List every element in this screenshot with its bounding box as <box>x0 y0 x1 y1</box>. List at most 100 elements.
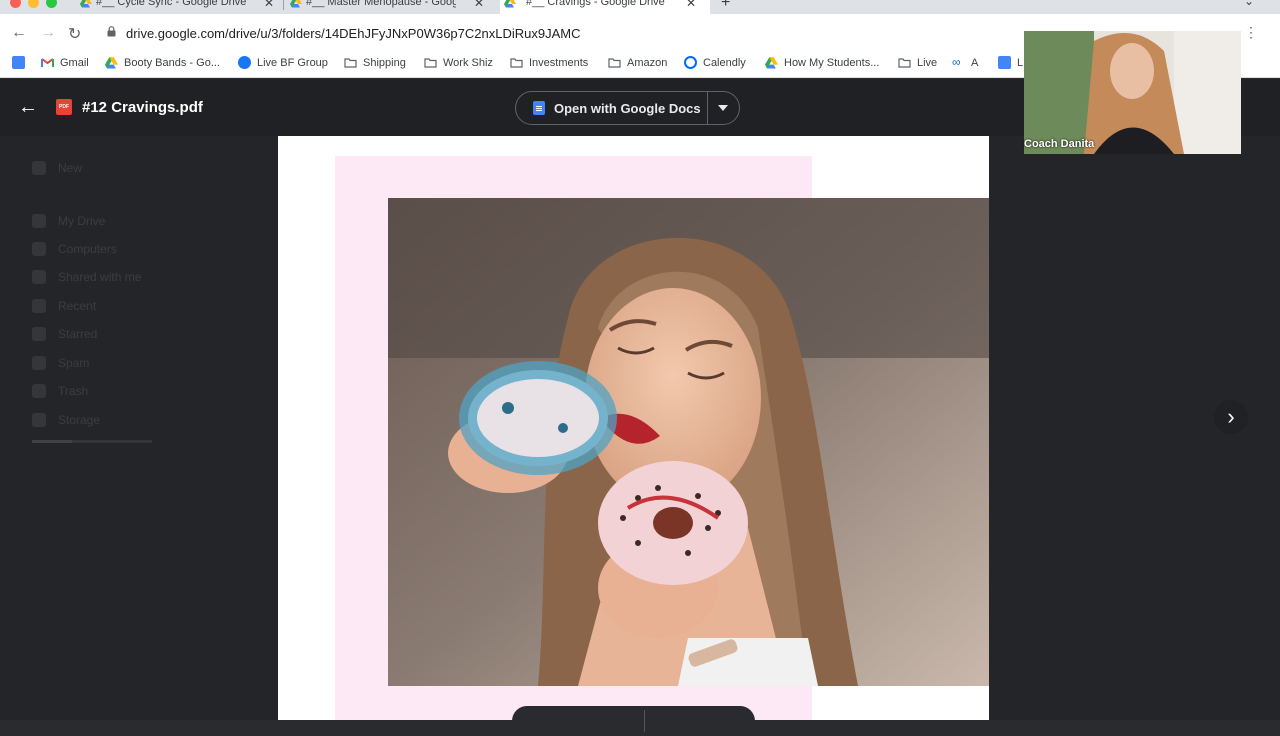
computer-icon <box>32 242 46 256</box>
folder-icon <box>424 58 437 68</box>
bookmark-item[interactable]: Live BF Group <box>238 56 328 69</box>
people-icon <box>32 270 46 284</box>
webcam-participant-name: Coach Danita <box>1024 138 1095 150</box>
bookmark-label: Live <box>917 56 938 69</box>
button-divider <box>707 92 708 124</box>
close-icon[interactable]: ✕ <box>686 0 696 10</box>
chevron-right-icon: › <box>1227 404 1235 429</box>
bookmark-item[interactable] <box>12 56 31 69</box>
bookmark-label: Work Shiz <box>443 56 493 69</box>
browser-tab[interactable]: #__ Master Menopause - Goog ✕ <box>290 0 490 14</box>
sidebar-item-my-drive: My Drive <box>32 214 105 228</box>
address-bar[interactable]: drive.google.com/drive/u/3/folders/14DEh… <box>126 26 580 41</box>
woman-eating-donuts-photo <box>388 198 989 686</box>
bookmark-item[interactable]: Gmail <box>41 56 89 69</box>
sidebar-item-label: Computers <box>58 242 117 256</box>
close-icon[interactable]: ✕ <box>264 0 274 10</box>
meta-icon: ∞ <box>952 55 961 69</box>
google-drive-icon <box>290 0 302 8</box>
chevron-down-icon[interactable] <box>718 105 728 111</box>
bookmark-item[interactable]: Work Shiz <box>424 56 493 69</box>
bookmark-item[interactable]: L <box>998 56 1023 69</box>
tab-title: #__ Cycle Sync - Google Drive <box>96 0 247 8</box>
bookmark-item[interactable]: Booty Bands - Go... <box>105 56 220 69</box>
bookmark-label: How My Students... <box>784 56 880 69</box>
bookmark-item[interactable]: How My Students... <box>765 56 879 69</box>
cloud-icon <box>32 413 46 427</box>
forward-icon[interactable]: → <box>40 24 56 42</box>
google-docs-icon <box>998 56 1011 69</box>
bookmark-item[interactable]: Amazon <box>608 56 667 69</box>
bookmark-label: Live BF Group <box>257 56 328 69</box>
reload-icon[interactable]: ↻ <box>68 24 81 44</box>
plus-icon <box>32 161 46 175</box>
clock-icon <box>32 299 46 313</box>
bookmark-label: Gmail <box>60 56 89 69</box>
bookmark-label: Shipping <box>363 56 406 69</box>
sidebar-item-label: My Drive <box>58 214 106 228</box>
browser-tab-strip: #__ Cycle Sync - Google Drive ✕ #__ Mast… <box>0 0 1280 14</box>
bookmark-label: Investments <box>529 56 589 69</box>
bookmark-item[interactable]: ∞ A <box>952 56 978 69</box>
sidebar-item-trash: Trash <box>32 384 88 398</box>
file-title: #12 Cravings.pdf <box>82 99 203 116</box>
sidebar-item-label: Trash <box>58 384 89 398</box>
calendly-icon <box>684 56 697 69</box>
trash-icon <box>32 384 46 398</box>
browser-tab[interactable]: #__ Cycle Sync - Google Drive ✕ <box>80 0 280 14</box>
close-icon[interactable]: ✕ <box>474 0 484 10</box>
sidebar-item-label: Shared with me <box>58 270 142 284</box>
folder-icon <box>510 58 523 68</box>
bookmark-item[interactable]: Live <box>898 56 937 69</box>
sidebar-item-starred: Starred <box>32 327 97 341</box>
bookmark-label: L <box>1017 56 1024 69</box>
bookmark-item[interactable]: Investments <box>510 56 588 69</box>
sidebar-item-recent: Recent <box>32 299 96 313</box>
bookmark-label: Booty Bands - Go... <box>124 56 220 69</box>
google-drive-icon <box>765 57 778 69</box>
google-drive-icon <box>80 0 92 8</box>
sidebar-item-shared: Shared with me <box>32 270 141 284</box>
window-zoom-dot[interactable] <box>46 0 57 8</box>
sidebar-item-label: Starred <box>58 327 98 341</box>
page-controls-pill[interactable] <box>512 706 755 736</box>
window-minimize-dot[interactable] <box>28 0 39 8</box>
bookmark-item[interactable]: Calendly <box>684 56 746 69</box>
window-close-dot[interactable] <box>10 0 21 8</box>
star-icon <box>32 327 46 341</box>
folder-icon <box>898 58 911 68</box>
google-docs-icon <box>12 56 25 69</box>
more-vert-icon[interactable]: ⋮ <box>1244 24 1258 41</box>
storage-bar <box>32 440 152 443</box>
open-with-label: Open with Google Docs <box>554 100 701 116</box>
sidebar-item-spam: Spam <box>32 356 89 370</box>
gmail-icon <box>41 58 54 67</box>
back-icon[interactable]: ← <box>11 24 27 42</box>
google-docs-icon <box>533 101 545 115</box>
pdf-page <box>278 136 989 720</box>
chevron-down-icon[interactable]: ⌄ <box>1244 0 1254 8</box>
folder-icon <box>344 58 357 68</box>
bookmark-label: A <box>971 56 979 69</box>
bookmark-label: Amazon <box>627 56 668 69</box>
tab-divider <box>283 0 284 10</box>
sidebar-item-storage: Storage <box>32 413 100 427</box>
folder-icon <box>608 58 621 68</box>
pill-divider <box>644 710 645 732</box>
sidebar-item-label: Recent <box>58 299 97 313</box>
tab-title: #__ Cravings - Google Drive <box>526 0 665 8</box>
webcam-video-overlay <box>1024 31 1241 154</box>
spam-icon <box>32 356 46 370</box>
sidebar-item-label: Spam <box>58 356 90 370</box>
bookmark-label: Calendly <box>703 56 746 69</box>
bookmark-item[interactable]: Shipping <box>344 56 406 69</box>
sidebar-item-computers: Computers <box>32 242 117 256</box>
google-drive-icon <box>504 0 516 8</box>
open-with-button[interactable]: Open with Google Docs <box>515 91 740 125</box>
drive-icon <box>32 214 46 228</box>
new-tab-button[interactable]: + <box>721 0 730 12</box>
browser-tab-active[interactable]: #__ Cravings - Google Drive ✕ <box>500 0 710 14</box>
next-file-button[interactable]: › <box>1214 400 1248 434</box>
sidebar-item-label: New <box>58 161 83 175</box>
back-arrow-icon[interactable]: ← <box>18 96 38 119</box>
